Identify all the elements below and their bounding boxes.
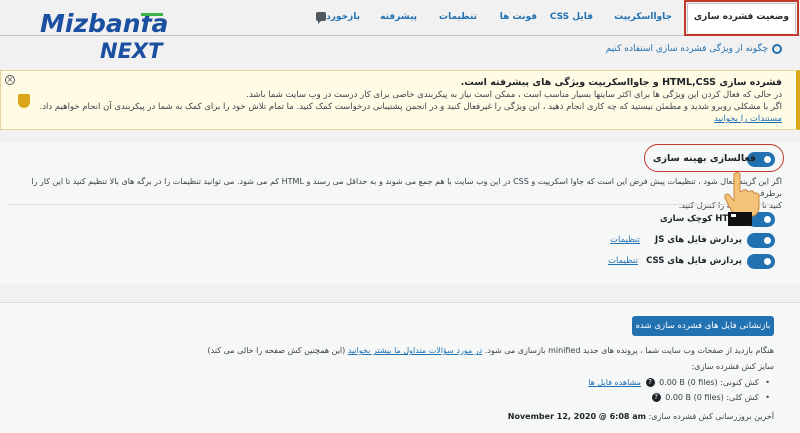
logo-line2: NEXT bbox=[100, 39, 164, 62]
tab-css[interactable]: فایل CSS bbox=[550, 7, 593, 27]
view-files-link[interactable]: مشاهده فایل ها bbox=[588, 378, 641, 387]
current-cache-item: کش کنونی: 0.00 B (0 files) ? مشاهده فایل… bbox=[588, 378, 770, 387]
js-settings-link[interactable]: تنظیمات bbox=[610, 235, 640, 245]
css-processing-label: پردازش فایل های CSS bbox=[646, 256, 742, 266]
optimization-description: اگر این گزینه فعال شود ، تنظیمات پیش فرض… bbox=[31, 177, 782, 210]
tab-javascript[interactable]: جاوااسکریپت bbox=[614, 7, 672, 27]
warning-notice: × فشرده سازی HTML,CSS و جاوااسکریپت ویژگ… bbox=[0, 70, 800, 130]
how-to-link[interactable]: چگونه از ویژگی فشرده سازی استفاده کنیم bbox=[606, 44, 782, 54]
comment-icon bbox=[316, 12, 327, 24]
js-processing-toggle[interactable] bbox=[748, 234, 774, 247]
shield-icon bbox=[18, 94, 30, 108]
cache-size-title: سایز کش فشرده سازی: bbox=[691, 362, 774, 371]
css-settings-link[interactable]: تنظیمات bbox=[608, 256, 638, 266]
optimization-label: فعالسازی بهینه سازی bbox=[652, 153, 756, 164]
close-icon[interactable]: × bbox=[5, 75, 15, 85]
notice-line1: در حالی که فعال کردن این ویژگی ها برای ا… bbox=[246, 90, 782, 100]
docs-link[interactable]: مستندات را بخوانید bbox=[714, 114, 782, 124]
notice-line2: اگر با مشکلی روبرو شدید و مطمئن نیستید ک… bbox=[39, 102, 782, 112]
divider bbox=[8, 204, 774, 205]
tab-compression-status[interactable]: وضعیت فشرده سازی bbox=[683, 0, 800, 36]
tab-advanced[interactable]: پیشرفته bbox=[380, 7, 417, 27]
notice-title: فشرده سازی HTML,CSS و جاوااسکریپت ویژگی … bbox=[460, 77, 782, 88]
tab-feedback[interactable]: بازخورد bbox=[312, 7, 360, 27]
tab-fonts[interactable]: فونت ها bbox=[500, 7, 537, 27]
pointer-hand-icon bbox=[724, 172, 760, 226]
css-processing-toggle[interactable] bbox=[748, 255, 774, 268]
gear-icon bbox=[772, 44, 782, 54]
last-update: آخرین بروزرسانی کش فشرده سازی: November … bbox=[507, 412, 774, 421]
tab-settings[interactable]: تنظیمات bbox=[439, 7, 477, 27]
help-icon[interactable]: ? bbox=[651, 393, 661, 402]
logo: Mizbanfa NEXT bbox=[38, 6, 180, 62]
reset-cache-button[interactable]: بازنشانی فایل های فشرده سازی شده bbox=[632, 316, 774, 336]
cache-info: هنگام بازدید از صفحات وب سایت شما ، پرون… bbox=[207, 346, 775, 355]
faq-link[interactable]: در مورد سؤالات متداول ما بیشتر بخوانید bbox=[348, 346, 482, 355]
help-icon[interactable]: ? bbox=[645, 378, 655, 387]
js-processing-label: پردازش فایل های JS bbox=[655, 235, 742, 245]
total-cache-item: کش کلی: 0.00 B (0 files) ? bbox=[650, 393, 770, 402]
